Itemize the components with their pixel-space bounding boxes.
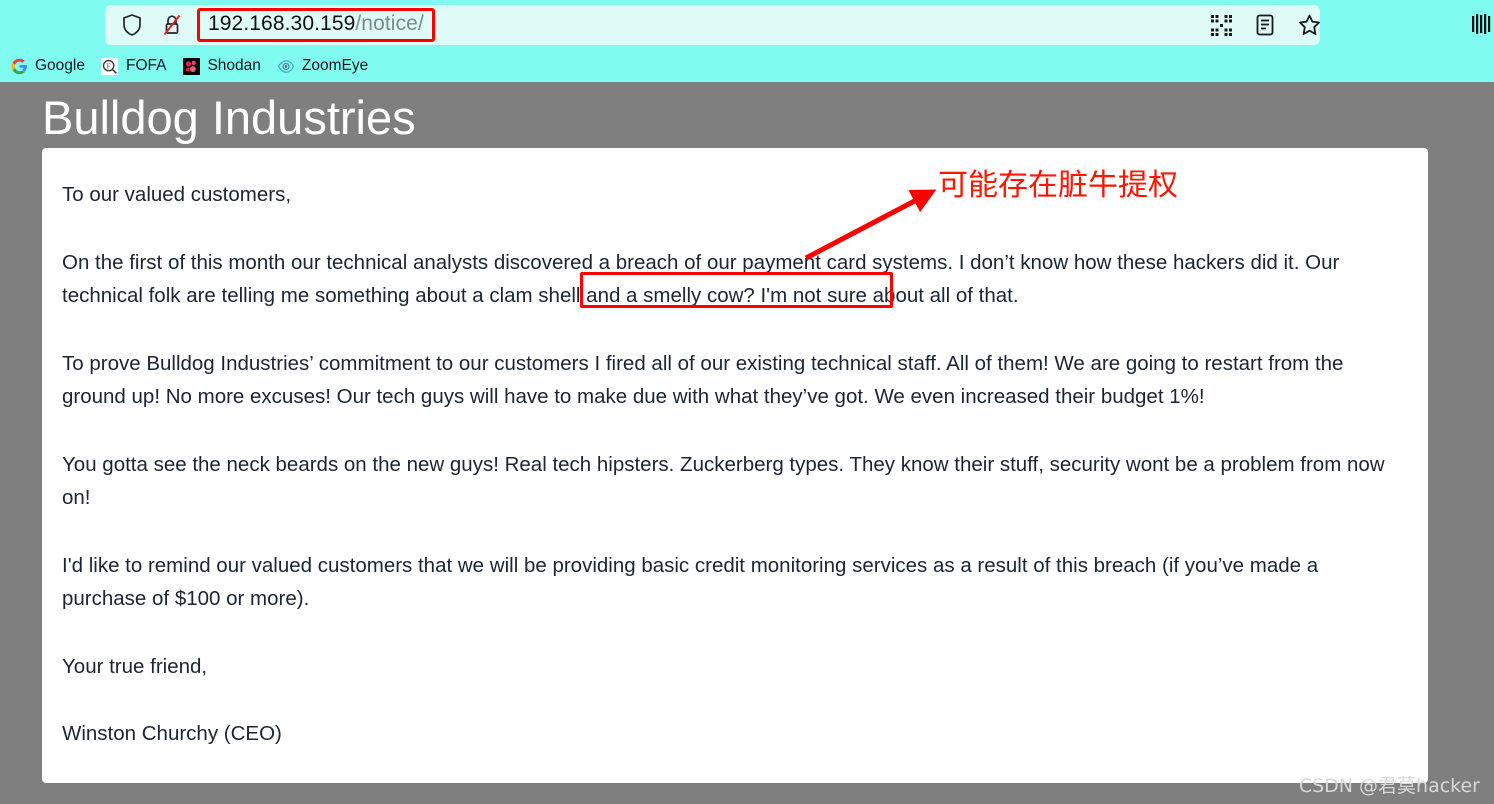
bookmark-label: ZoomEye [301,57,369,74]
url-text-highlight[interactable]: 192.168.30.159/notice/ [197,8,435,42]
notice-card: To our valued customers, On the first of… [42,148,1428,783]
url-host: 192.168.30.159 [208,12,356,35]
browser-toolbar: 192.168.30.159/notice/ [0,0,1494,50]
lock-slash-icon[interactable] [161,13,183,37]
toolbar-icon-group [1208,5,1322,45]
partial-edge-icon[interactable] [1472,14,1494,36]
google-icon [10,57,28,75]
paragraph-breach: On the first of this month our technical… [62,250,1340,308]
fofa-icon: F [101,57,119,75]
bookmark-zoomeye[interactable]: ZoomEye [271,55,378,77]
shodan-icon [182,57,200,75]
notice-body: To our valued customers, On the first of… [42,148,1428,751]
bookmark-fofa[interactable]: F FOFA [95,55,176,77]
bookmark-shodan[interactable]: Shodan [176,55,270,77]
qr-code-icon[interactable] [1208,12,1234,38]
paragraph-monitoring: I'd like to remind our valued customers … [62,553,1319,611]
paragraph-signoff: Your true friend, [62,654,208,678]
zoomeye-icon [277,57,295,75]
bookmark-label: Shodan [207,57,261,74]
star-icon[interactable] [1296,12,1322,38]
url-bar[interactable]: 192.168.30.159/notice/ [105,5,1320,45]
shield-icon[interactable] [121,13,143,37]
paragraph-commitment: To prove Bulldog Industries’ commitment … [62,351,1344,409]
bookmarks-bar: Google F FOFA Shodan ZoomEye [0,50,1494,82]
reader-mode-icon[interactable] [1252,12,1278,38]
url-path: /notice/ [355,12,424,35]
bookmark-label: Google [35,57,85,74]
bookmark-label: FOFA [125,57,167,74]
paragraph-newguys: You gotta see the neck beards on the new… [62,452,1385,510]
browser-window: 192.168.30.159/notice/ Google F FOFA Sho… [0,0,1494,804]
paragraph-signature: Winston Churchy (CEO) [62,722,282,745]
page-title: Bulldog Industries [42,91,416,144]
paragraph-greeting: To our valued customers, [62,183,292,206]
svg-text:F: F [107,63,111,70]
web-page-content: Bulldog Industries To our valued custome… [0,82,1494,804]
bookmark-google[interactable]: Google [4,55,95,77]
browser-chrome: 192.168.30.159/notice/ Google F FOFA Sho… [0,0,1494,82]
